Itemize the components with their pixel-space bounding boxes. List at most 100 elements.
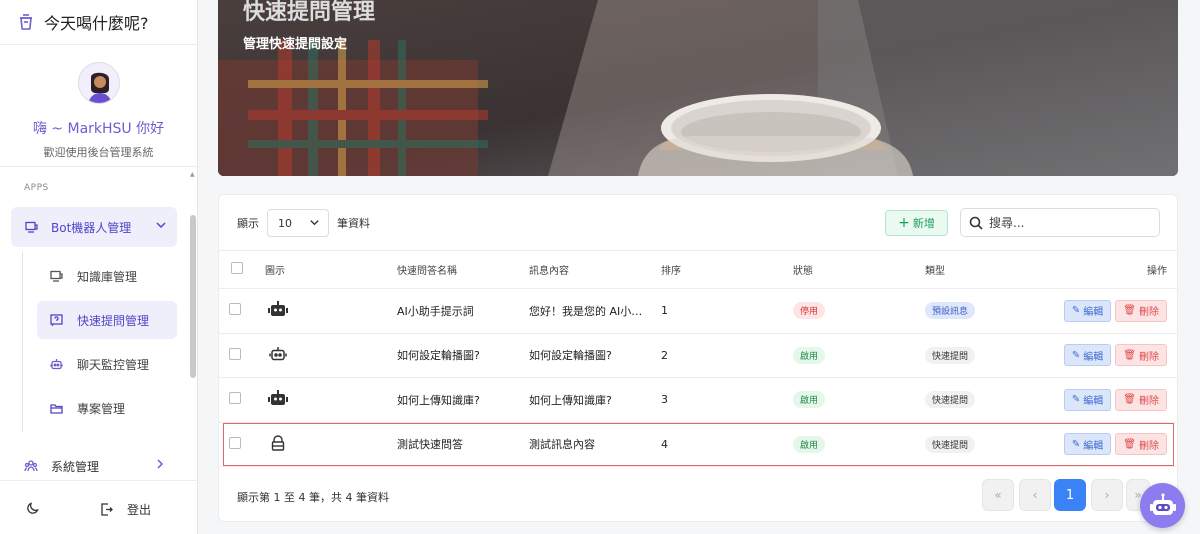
search-input[interactable]	[989, 215, 1149, 230]
col-header-message: 訊息內容	[529, 250, 661, 289]
sidebar-item-label: 系統管理	[51, 459, 100, 474]
next-page-button[interactable]: ›	[1091, 479, 1123, 511]
edit-label: 編輯	[1083, 307, 1104, 319]
edit-icon: ✎	[1071, 438, 1081, 450]
prev-page-button[interactable]: ‹	[1019, 479, 1051, 511]
chevron-down-icon	[156, 222, 166, 229]
chatbot-fab-button[interactable]	[1140, 483, 1185, 528]
users-icon	[24, 460, 38, 472]
avatar[interactable]	[77, 62, 120, 104]
type-badge: 快速提問	[925, 435, 976, 453]
logout-label: 登出	[127, 503, 152, 517]
edit-icon: ✎	[1071, 394, 1081, 406]
sidebar-item-system[interactable]: 系統管理	[24, 454, 174, 478]
quick-question-table-card: 顯示 10 筆資料 + 新增 圖示 快速問答名稱 訊息內容 排序 狀態 類型 操…	[218, 194, 1178, 522]
profile: 嗨 ~ MarkHSU 你好 歡迎使用後台管理系統	[0, 45, 197, 167]
sidebar-item-label: 聊天監控管理	[77, 357, 150, 372]
sidebar-item-label: 快速提問管理	[77, 313, 150, 328]
table-header-row: 圖示 快速問答名稱 訊息內容 排序 狀態 類型 操作	[219, 250, 1177, 289]
brand[interactable]: 今天喝什麼呢?	[0, 0, 197, 45]
row-message: 測試訊息內容	[529, 422, 661, 467]
robot-icon	[268, 390, 288, 406]
edit-button[interactable]: ✎ 編輯	[1063, 299, 1112, 322]
scroll-up-arrow-icon[interactable]: ▲	[190, 171, 196, 178]
page-1-button[interactable]: 1	[1054, 479, 1086, 511]
show-label: 顯示	[237, 217, 259, 230]
monitor-icon	[50, 270, 63, 282]
table-row[interactable]: 測試快速問答 測試訊息內容 4 啟用 快速提問 ✎ 編輯 🗑 刪除	[219, 422, 1177, 467]
row-name: 如何上傳知識庫?	[397, 377, 529, 423]
col-header-name: 快速問答名稱	[397, 250, 529, 289]
search-icon	[969, 216, 983, 230]
sidebar: 今天喝什麼呢? 嗨 ~ MarkHSU 你好 歡迎使用後台管理系統 ▲ APPS…	[0, 0, 198, 534]
col-header-type: 類型	[925, 250, 1057, 289]
select-all-checkbox[interactable]	[231, 262, 243, 274]
type-badge: 快速提問	[925, 346, 976, 364]
table-row[interactable]: AI小助手提示詞 您好！我是您的 AI小… 1 停用 預設訊息 ✎ 編輯 🗑 刪除	[219, 288, 1177, 334]
page-size-select[interactable]: 10	[267, 209, 329, 237]
sidebar-item-quick-question[interactable]: 快速提問管理	[37, 301, 177, 339]
trash-icon: 🗑	[1123, 438, 1136, 450]
delete-label: 刪除	[1139, 440, 1159, 452]
row-message: 如何上傳知識庫?	[529, 377, 661, 423]
section-label: APPS	[24, 183, 49, 193]
col-header-order: 排序	[661, 250, 793, 289]
logout-button[interactable]: 登出	[100, 501, 151, 518]
first-page-button[interactable]: «	[982, 479, 1014, 511]
row-order: 2	[661, 333, 793, 378]
pagination-info: 顯示第 1 至 4 筆，共 4 筆資料	[237, 491, 389, 504]
next-page-icon: ›	[1104, 488, 1110, 502]
question-box-icon	[50, 313, 63, 326]
page-title: 快速提問管理	[243, 0, 376, 25]
sidebar-group-bot[interactable]: Bot機器人管理	[11, 207, 177, 247]
submenu-divider	[22, 252, 23, 432]
row-order: 3	[661, 377, 793, 423]
table-row[interactable]: 如何上傳知識庫? 如何上傳知識庫? 3 啟用 快速提問 ✎ 編輯 🗑 刪除	[219, 377, 1177, 423]
prev-page-icon: ‹	[1032, 488, 1038, 502]
sidebar-group-label: Bot機器人管理	[51, 220, 132, 235]
quick-question-table: 圖示 快速問答名稱 訊息內容 排序 狀態 類型 操作 AI小助手提示詞 您好！我…	[219, 250, 1177, 467]
table-row[interactable]: 如何設定輪播圖? 如何設定輪播圖? 2 啟用 快速提問 ✎ 編輯 🗑 刪除	[219, 333, 1177, 378]
edit-button[interactable]: ✎ 編輯	[1063, 344, 1112, 367]
sidebar-item-chat-monitor[interactable]: 聊天監控管理	[37, 345, 177, 383]
chevron-down-icon	[310, 220, 319, 226]
cup-logo-icon	[20, 14, 32, 30]
sidebar-item-projects[interactable]: 專案管理	[37, 389, 177, 427]
app-title: 今天喝什麼呢?	[44, 14, 149, 33]
status-badge: 啟用	[793, 391, 826, 409]
search-box[interactable]	[960, 208, 1160, 237]
edit-label: 編輯	[1083, 396, 1104, 408]
current-page-label: 1	[1065, 487, 1075, 503]
delete-button[interactable]: 🗑 刪除	[1115, 433, 1167, 456]
row-checkbox[interactable]	[229, 392, 241, 405]
delete-button[interactable]: 🗑 刪除	[1115, 344, 1167, 367]
welcome-text: 歡迎使用後台管理系統	[43, 146, 154, 159]
moon-icon[interactable]	[26, 501, 40, 515]
sidebar-scrollbar[interactable]	[190, 215, 196, 378]
edit-label: 編輯	[1083, 351, 1104, 363]
row-checkbox[interactable]	[229, 347, 241, 360]
edit-icon: ✎	[1071, 349, 1081, 361]
delete-button[interactable]: 🗑 刪除	[1115, 388, 1167, 411]
sidebar-item-knowledge[interactable]: 知識庫管理	[37, 257, 177, 295]
delete-label: 刪除	[1139, 307, 1159, 319]
page-banner: 快速提問管理 管理快速提問設定	[218, 0, 1178, 176]
row-message: 您好！我是您的 AI小…	[529, 288, 661, 334]
delete-button[interactable]: 🗑 刪除	[1115, 299, 1167, 322]
row-order: 1	[661, 288, 793, 334]
edit-button[interactable]: ✎ 編輯	[1063, 433, 1112, 456]
trash-icon: 🗑	[1123, 394, 1136, 406]
col-header-icon: 圖示	[265, 250, 397, 289]
status-badge: 啟用	[793, 435, 826, 453]
page-size-value: 10	[278, 216, 292, 230]
edit-button[interactable]: ✎ 編輯	[1063, 388, 1112, 411]
row-checkbox[interactable]	[229, 303, 241, 316]
row-name: AI小助手提示詞	[397, 288, 529, 334]
status-badge: 停用	[793, 302, 826, 320]
row-checkbox[interactable]	[229, 436, 241, 449]
sidebar-footer: 登出	[0, 480, 198, 534]
col-header-status: 狀態	[793, 250, 925, 289]
row-order: 4	[661, 422, 793, 467]
add-button[interactable]: + 新增	[885, 210, 948, 236]
robot-icon	[1149, 492, 1176, 515]
